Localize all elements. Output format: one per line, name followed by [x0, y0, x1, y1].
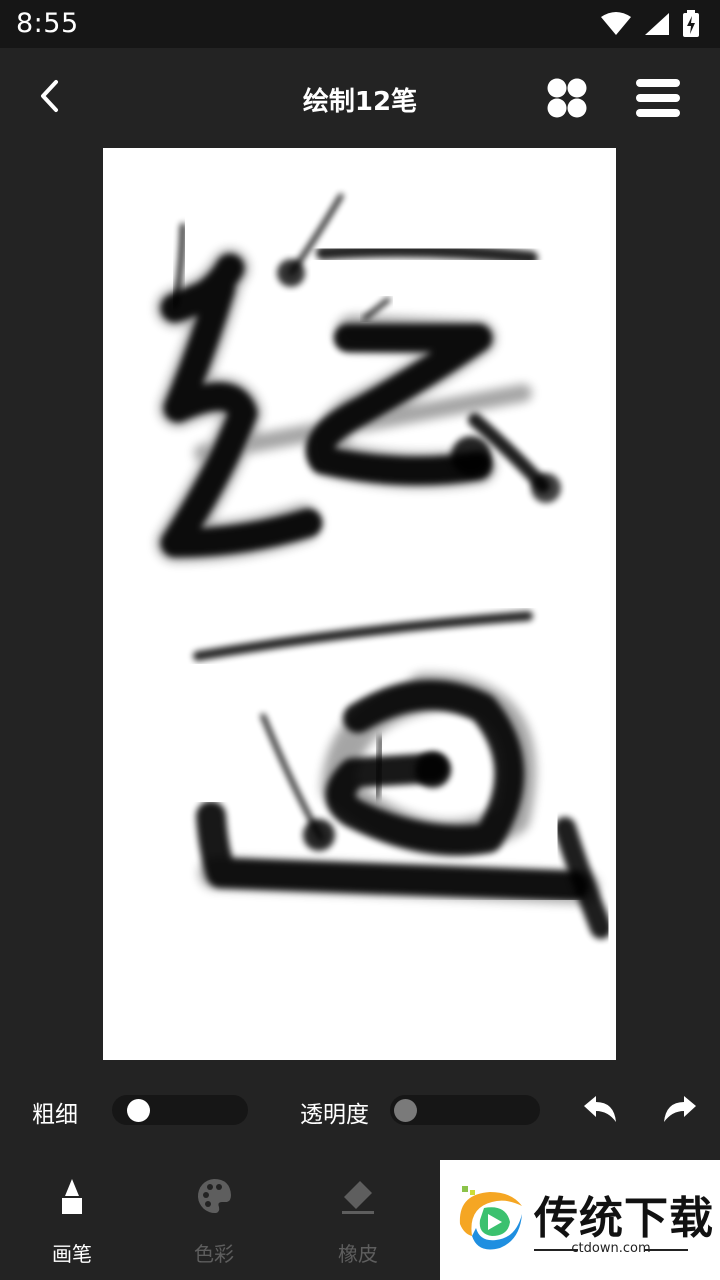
- watermark-logo: 传统下载 ctdown.com: [440, 1160, 720, 1280]
- redo-icon: [660, 1096, 700, 1132]
- battery-charging-icon: [682, 10, 700, 38]
- opacity-label: 透明度: [300, 1102, 369, 1128]
- undo-icon: [580, 1096, 620, 1132]
- four-circles-icon: [545, 78, 589, 124]
- status-time: 8:55: [16, 8, 79, 39]
- app-header: 绘制12笔: [0, 48, 720, 148]
- tab-eraser-label: 橡皮: [338, 1242, 378, 1266]
- thickness-label: 粗细: [32, 1102, 78, 1128]
- tab-color-label: 色彩: [194, 1242, 234, 1266]
- signal-icon: [644, 12, 670, 36]
- layout-button[interactable]: [545, 76, 589, 120]
- page-title: 绘制12笔: [302, 87, 418, 117]
- palette-icon: [192, 1174, 236, 1218]
- tab-brush-label: 画笔: [52, 1242, 92, 1266]
- opacity-slider[interactable]: [390, 1095, 540, 1125]
- thickness-slider[interactable]: [112, 1095, 248, 1125]
- status-bar: 8:55: [0, 0, 720, 48]
- redo-button[interactable]: [660, 1092, 700, 1128]
- wifi-icon: [600, 12, 632, 36]
- tab-eraser[interactable]: 橡皮: [286, 1160, 430, 1280]
- watermark-divider-right: [644, 1249, 688, 1251]
- tab-color[interactable]: 色彩: [142, 1160, 286, 1280]
- opacity-slider-knob[interactable]: [394, 1099, 417, 1122]
- watermark-title: 传统下载: [534, 1193, 714, 1244]
- tab-brush[interactable]: 画笔: [0, 1160, 144, 1280]
- drawing-canvas[interactable]: [103, 148, 616, 1060]
- status-icons: [600, 10, 700, 38]
- undo-button[interactable]: [580, 1092, 620, 1128]
- ink-drawing: [156, 193, 612, 939]
- menu-button[interactable]: [634, 76, 682, 120]
- thickness-slider-knob[interactable]: [126, 1099, 150, 1122]
- eraser-icon: [336, 1174, 380, 1218]
- brush-controls: 粗细 透明度: [0, 1080, 720, 1140]
- hamburger-menu-icon: [634, 79, 682, 124]
- download-logo-icon: [459, 1186, 522, 1250]
- brush-icon: [50, 1174, 94, 1218]
